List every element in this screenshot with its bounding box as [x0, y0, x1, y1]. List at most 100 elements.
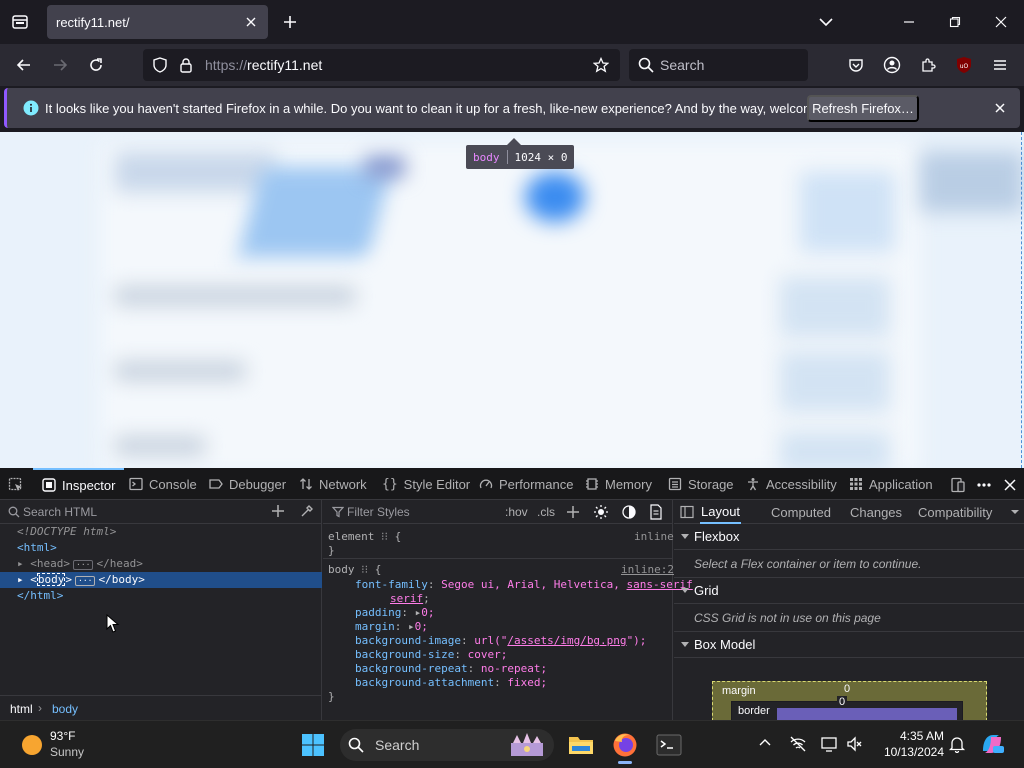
light-theme-toggle[interactable]: [593, 504, 609, 520]
tab-style-editor[interactable]: {} Style Editor: [382, 468, 470, 500]
markup-head-node[interactable]: ▸ <head> ··· </head>: [0, 556, 322, 572]
more-tabs-chevron-icon[interactable]: [1010, 508, 1020, 516]
tab-accessibility[interactable]: Accessibility: [746, 468, 837, 500]
element-rule-source[interactable]: inline: [634, 530, 674, 544]
tab-rectify11[interactable]: rectify11.net/: [47, 5, 268, 39]
declaration-background-image[interactable]: background-image: url("/assets/img/bg.pn…: [355, 634, 646, 648]
url-bar[interactable]: https://rectify11.net: [143, 49, 620, 81]
body-rule-header[interactable]: body ⁝⁝ {: [328, 563, 381, 577]
back-button[interactable]: [11, 52, 37, 78]
copilot-icon[interactable]: [979, 731, 1005, 757]
declaration-background-repeat[interactable]: background-repeat: no-repeat;: [355, 662, 547, 676]
dark-theme-toggle[interactable]: [621, 504, 637, 520]
forward-button[interactable]: [47, 52, 73, 78]
class-toggle[interactable]: .cls: [537, 505, 555, 519]
refresh-firefox-button[interactable]: Refresh Firefox…: [807, 95, 919, 122]
declaration-background-attachment[interactable]: background-attachment: fixed;: [355, 676, 547, 690]
markup-body-node[interactable]: ▸ <body> ··· </body>: [0, 572, 322, 588]
add-rule-button[interactable]: [566, 505, 580, 519]
tab-debugger[interactable]: Debugger: [209, 468, 286, 500]
collapsed-ellipsis-badge[interactable]: ···: [73, 560, 94, 570]
expand-triangle-icon[interactable]: ▸: [17, 573, 24, 586]
tab-console[interactable]: Console: [129, 468, 197, 500]
box-model-margin-value[interactable]: 0: [844, 683, 850, 695]
clock[interactable]: 4:35 AM 10/13/2024: [872, 728, 944, 762]
devtools-toolbar: Inspector Console Debugger Network {} St…: [0, 468, 1024, 500]
firefox-view-icon: [12, 15, 28, 29]
weather-widget[interactable]: 93°F Sunny: [12, 727, 122, 763]
reload-button[interactable]: [83, 52, 109, 78]
notification-close-button[interactable]: [992, 100, 1008, 116]
hover-pseudo-toggle[interactable]: :hov: [505, 505, 528, 519]
grid-section-header[interactable]: Grid: [674, 578, 1024, 604]
close-window-button[interactable]: [978, 0, 1024, 44]
markup-doctype[interactable]: <!DOCTYPE html>: [0, 524, 322, 540]
tab-network[interactable]: Network: [299, 468, 367, 500]
tab-layout[interactable]: Layout: [700, 500, 742, 524]
declaration-font-family[interactable]: font-family: Segoe ui, Arial, Helvetica,…: [355, 578, 693, 592]
notifications-bell-icon[interactable]: [948, 735, 966, 753]
filter-styles-field[interactable]: Filter Styles :hov .cls: [323, 500, 673, 524]
tab-performance[interactable]: Performance: [479, 468, 573, 500]
declaration-margin[interactable]: margin: ▸0;: [355, 620, 428, 634]
toggle-sidebar-button[interactable]: [680, 505, 694, 519]
eyedropper-button[interactable]: [300, 504, 314, 518]
flexbox-section-header[interactable]: Flexbox: [674, 524, 1024, 550]
tab-inspector[interactable]: Inspector: [33, 468, 125, 500]
pocket-button[interactable]: [843, 52, 869, 78]
collapsed-ellipsis-badge[interactable]: ···: [75, 576, 96, 586]
grid-highlighter-icon[interactable]: ⁝⁝: [361, 563, 368, 576]
lock-icon[interactable]: [179, 57, 193, 73]
show-hidden-icons-chevron-icon[interactable]: [759, 738, 771, 746]
devtools-close-button[interactable]: [1001, 476, 1019, 494]
tab-memory[interactable]: Memory: [585, 468, 652, 500]
new-tab-button[interactable]: [279, 11, 301, 33]
bookmark-star-icon[interactable]: [593, 57, 609, 73]
start-button[interactable]: [297, 729, 329, 761]
app-menu-button[interactable]: [987, 52, 1013, 78]
terminal-button[interactable]: [653, 729, 685, 761]
ublock-origin-button[interactable]: uO: [951, 52, 977, 78]
extensions-button[interactable]: [915, 52, 941, 78]
restore-button[interactable]: [932, 0, 978, 44]
declaration-background-size[interactable]: background-size: cover;: [355, 648, 507, 662]
body-rule-source[interactable]: inline:2: [621, 563, 674, 577]
file-explorer-button[interactable]: [565, 729, 597, 761]
element-rule-header[interactable]: element ⁝⁝ {: [328, 530, 401, 544]
taskbar-search-box[interactable]: Search: [340, 729, 554, 761]
box-model-border-value[interactable]: 0: [837, 696, 848, 708]
tab-close-button[interactable]: [243, 14, 259, 30]
breadcrumb-body[interactable]: body: [52, 702, 78, 716]
declaration-padding[interactable]: padding: ▸0;: [355, 606, 434, 620]
account-button[interactable]: [879, 52, 905, 78]
network-icon[interactable]: [789, 735, 807, 753]
grid-highlighter-icon[interactable]: ⁝⁝: [381, 530, 388, 543]
add-node-button[interactable]: [271, 504, 285, 518]
expand-triangle-icon[interactable]: ▸: [17, 557, 24, 570]
display-icon[interactable]: [820, 735, 838, 753]
volume-muted-icon[interactable]: [846, 735, 864, 753]
tab-compatibility[interactable]: Compatibility: [918, 500, 992, 524]
image-url-link[interactable]: /assets/img/bg.png: [507, 634, 626, 647]
minimize-button[interactable]: [886, 0, 932, 44]
list-all-tabs-button[interactable]: [815, 11, 837, 33]
print-media-toggle[interactable]: [649, 504, 663, 520]
firefox-view-button[interactable]: [8, 10, 32, 34]
tab-storage[interactable]: Storage: [668, 468, 734, 500]
box-model-title: Box Model: [694, 637, 756, 652]
tab-application[interactable]: Application: [849, 468, 933, 500]
firefox-taskbar-button[interactable]: [609, 729, 641, 764]
expand-triangle-icon[interactable]: ▸: [408, 620, 415, 633]
search-html-field[interactable]: Search HTML: [0, 500, 322, 524]
tracking-protection-shield-icon[interactable]: [152, 57, 168, 73]
markup-html-close[interactable]: </html>: [0, 588, 322, 604]
dock-side-button[interactable]: [949, 476, 967, 494]
breadcrumb-html[interactable]: html: [10, 702, 33, 716]
element-picker-button[interactable]: [7, 476, 25, 494]
tab-computed[interactable]: Computed: [771, 500, 831, 524]
search-bar[interactable]: Search: [629, 49, 808, 81]
markup-html-node[interactable]: <html>: [0, 540, 322, 556]
box-model-section-header[interactable]: Box Model: [674, 632, 1024, 658]
tab-changes[interactable]: Changes: [850, 500, 902, 524]
devtools-options-button[interactable]: [975, 476, 993, 494]
